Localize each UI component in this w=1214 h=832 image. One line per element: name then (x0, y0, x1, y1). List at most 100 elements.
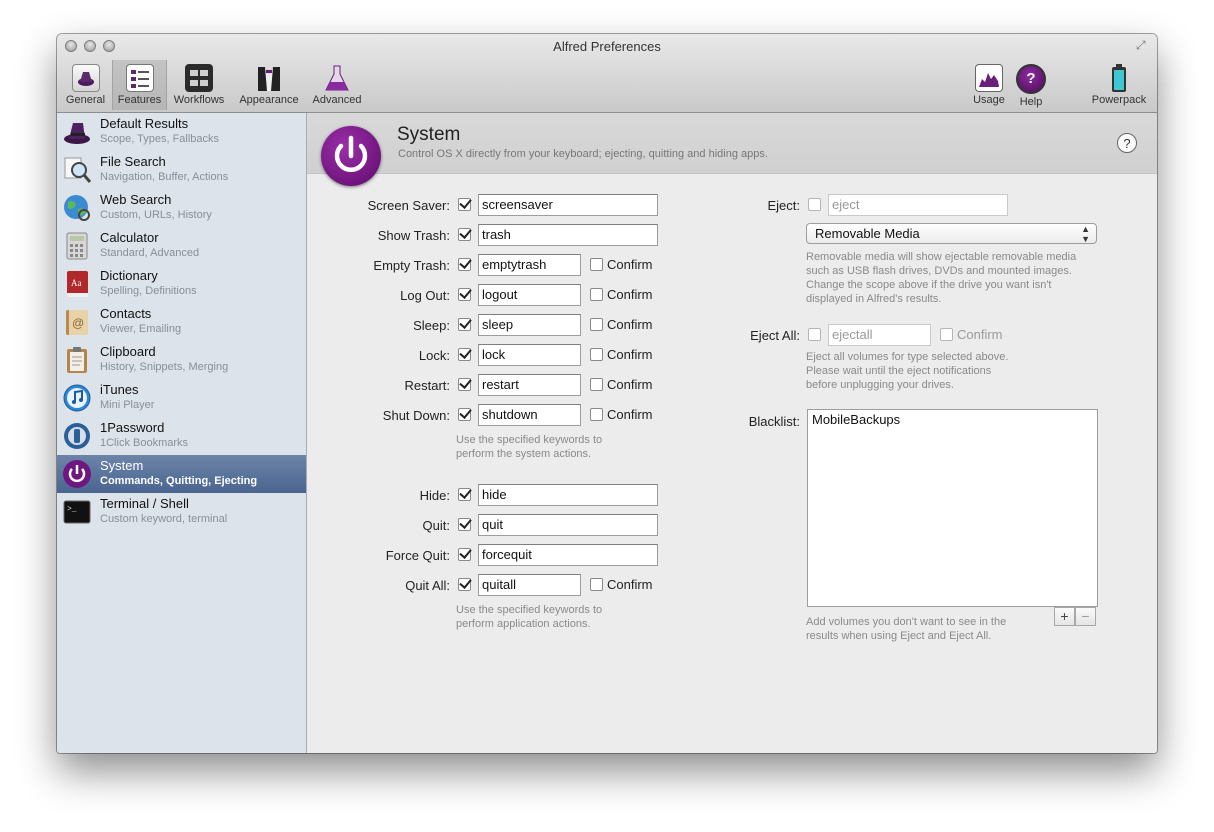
eject-label: Eject: (767, 198, 800, 213)
sidebar-item-subtitle: Custom keyword, terminal (100, 513, 228, 525)
page-subtitle: Control OS X directly from your keyboard… (398, 148, 768, 160)
sidebar-item-terminal[interactable]: >_ Terminal / Shell Custom keyword, term… (57, 493, 306, 531)
sidebar-item-default-results[interactable]: Default Results Scope, Types, Fallbacks (57, 113, 306, 151)
battery-icon (1111, 64, 1127, 92)
sidebar-item-itunes[interactable]: iTunes Mini Player (57, 379, 306, 417)
empty-trash-keyword-field[interactable]: emptytrash (478, 254, 581, 276)
hide-checkbox[interactable] (458, 488, 471, 501)
quit-all-confirm-checkbox[interactable] (590, 578, 603, 591)
eject-note: Removable media will show ejectable remo… (806, 251, 1077, 305)
eject-all-keyword-field[interactable]: ejectall (828, 324, 931, 346)
confirm-label: Confirm (607, 287, 653, 302)
sidebar-item-calculator[interactable]: Calculator Standard, Advanced (57, 227, 306, 265)
log-out-confirm-checkbox[interactable] (590, 288, 603, 301)
sidebar-item-subtitle: Scope, Types, Fallbacks (100, 133, 220, 145)
shut-down-label: Shut Down: (382, 408, 450, 423)
empty-trash-label: Empty Trash: (373, 258, 450, 273)
sidebar-item-title: Dictionary (100, 268, 158, 283)
eject-all-confirm-checkbox[interactable] (940, 328, 953, 341)
force-quit-keyword-field[interactable]: forcequit (478, 544, 658, 566)
log-out-label: Log Out: (400, 288, 450, 303)
sidebar-item-title: iTunes (100, 382, 139, 397)
fullscreen-icon[interactable]: ⤢ (1136, 39, 1149, 52)
eject-keyword-field[interactable]: eject (828, 194, 1008, 216)
eject-checkbox[interactable] (808, 198, 821, 211)
sleep-label: Sleep: (413, 318, 450, 333)
remove-volume-button[interactable]: − (1075, 607, 1096, 626)
tab-advanced[interactable]: Advanced (308, 60, 366, 110)
lock-checkbox[interactable] (458, 348, 471, 361)
lock-confirm-checkbox[interactable] (590, 348, 603, 361)
lock-keyword-field[interactable]: lock (478, 344, 581, 366)
help-button[interactable]: ? (1117, 133, 1137, 153)
flask-icon (323, 64, 351, 92)
sidebar-item-subtitle: Custom, URLs, History (100, 209, 212, 221)
restart-label: Restart: (404, 378, 450, 393)
sidebar-item-title: Default Results (100, 116, 189, 131)
show-trash-keyword-field[interactable]: trash (478, 224, 658, 246)
sleep-checkbox[interactable] (458, 318, 471, 331)
tab-workflows[interactable]: Workflows (169, 60, 229, 110)
clipboard-icon (62, 345, 92, 375)
contacts-icon: @ (62, 307, 92, 337)
show-trash-checkbox[interactable] (458, 228, 471, 241)
sidebar-item-title: System (100, 458, 144, 473)
window-title: Alfred Preferences (553, 39, 661, 54)
hide-keyword-field[interactable]: hide (478, 484, 658, 506)
tab-features[interactable]: Features (112, 60, 167, 110)
general-icon (71, 64, 100, 92)
restart-checkbox[interactable] (458, 378, 471, 391)
sleep-keyword-field[interactable]: sleep (478, 314, 581, 336)
quit-all-label: Quit All: (405, 578, 450, 593)
quit-all-keyword-field[interactable]: quitall (478, 574, 581, 596)
log-out-checkbox[interactable] (458, 288, 471, 301)
sidebar-item-file-search[interactable]: File Search Navigation, Buffer, Actions (57, 151, 306, 189)
hide-label: Hide: (419, 488, 450, 503)
tab-appearance-label: Appearance (239, 94, 299, 106)
list-item[interactable]: MobileBackups (808, 410, 1097, 429)
sidebar-item-title: 1Password (100, 420, 165, 435)
sleep-confirm-checkbox[interactable] (590, 318, 603, 331)
restart-confirm-checkbox[interactable] (590, 378, 603, 391)
blacklist-list[interactable]: MobileBackups (807, 409, 1098, 607)
log-out-keyword-field[interactable]: logout (478, 284, 581, 306)
eject-all-checkbox[interactable] (808, 328, 821, 341)
sidebar-item-subtitle: Mini Player (100, 399, 155, 411)
sidebar-item-dictionary[interactable]: Aa Dictionary Spelling, Definitions (57, 265, 306, 303)
empty-trash-confirm-checkbox[interactable] (590, 258, 603, 271)
select-arrows-icon: ▲ ▼ (1081, 224, 1090, 244)
eject-all-note: Eject all volumes for type selected abov… (806, 351, 1009, 391)
sidebar-item-system[interactable]: System Commands, Quitting, Ejecting (57, 455, 306, 493)
quit-checkbox[interactable] (458, 518, 471, 531)
eject-scope-select[interactable]: Removable Media ▲ ▼ (806, 223, 1097, 244)
add-volume-button[interactable]: + (1054, 607, 1075, 626)
sidebar-item-contacts[interactable]: @ Contacts Viewer, Emailing (57, 303, 306, 341)
blacklist-label: Blacklist: (748, 414, 800, 429)
shut-down-confirm-checkbox[interactable] (590, 408, 603, 421)
force-quit-label: Force Quit: (385, 548, 450, 563)
shut-down-checkbox[interactable] (458, 408, 471, 421)
tab-usage[interactable]: Usage (969, 60, 1009, 110)
tab-powerpack[interactable]: Powerpack (1087, 60, 1151, 110)
force-quit-checkbox[interactable] (458, 548, 471, 561)
sidebar-item-clipboard[interactable]: Clipboard History, Snippets, Merging (57, 341, 306, 379)
sidebar-item-web-search[interactable]: Web Search Custom, URLs, History (57, 189, 306, 227)
system-panel: System Control OS X directly from your k… (307, 113, 1157, 753)
tab-appearance[interactable]: Appearance (235, 60, 303, 110)
screen-saver-checkbox[interactable] (458, 198, 471, 211)
help-icon: ? (1016, 64, 1046, 94)
tab-help[interactable]: ? Help (1012, 60, 1050, 110)
page-title: System (397, 124, 461, 145)
preferences-window: Alfred Preferences ⤢ General Features Wo… (57, 34, 1157, 753)
quit-keyword-field[interactable]: quit (478, 514, 658, 536)
restart-keyword-field[interactable]: restart (478, 374, 581, 396)
tab-general[interactable]: General (63, 60, 108, 110)
shut-down-keyword-field[interactable]: shutdown (478, 404, 581, 426)
screen-saver-keyword-field[interactable]: screensaver (478, 194, 658, 216)
quit-all-checkbox[interactable] (458, 578, 471, 591)
tab-usage-label: Usage (973, 94, 1005, 106)
features-sidebar: Default Results Scope, Types, Fallbacks … (57, 113, 307, 753)
empty-trash-checkbox[interactable] (458, 258, 471, 271)
sidebar-item-1password[interactable]: 1Password 1Click Bookmarks (57, 417, 306, 455)
hat-icon (62, 117, 92, 147)
